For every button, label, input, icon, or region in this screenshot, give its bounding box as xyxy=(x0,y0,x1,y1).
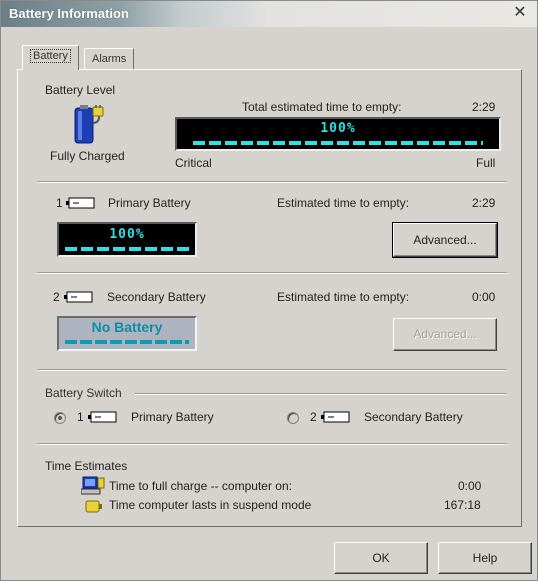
no-battery-text: No Battery xyxy=(91,319,163,335)
separator xyxy=(37,181,507,183)
primary-battery-label: Primary Battery xyxy=(108,196,191,210)
help-button[interactable]: Help xyxy=(438,542,532,574)
primary-meter-bar xyxy=(65,247,189,251)
help-label: Help xyxy=(472,551,498,565)
battery-switch-title: Battery Switch xyxy=(45,386,125,400)
switch-option2-index: 2 xyxy=(310,410,317,424)
total-battery-meter: 100% xyxy=(175,117,501,151)
secondary-battery-label: Secondary Battery xyxy=(107,290,206,304)
primary-index: 1 xyxy=(56,196,63,210)
primary-advanced-button[interactable]: Advanced... xyxy=(392,222,498,258)
total-meter-percent: 100% xyxy=(320,121,356,136)
primary-time-label: Estimated time to empty: xyxy=(277,196,410,210)
time-estimates-title: Time Estimates xyxy=(45,459,128,473)
primary-advanced-label: Advanced... xyxy=(413,233,477,247)
window-title: Battery Information xyxy=(9,6,129,21)
estimate-row2-label: Time computer lasts in suspend mode xyxy=(109,498,312,512)
battery-small-icon xyxy=(320,411,350,423)
ok-button[interactable]: OK xyxy=(334,542,428,574)
secondary-meter-bar xyxy=(65,340,189,344)
tab-alarms[interactable]: Alarms xyxy=(84,48,135,69)
total-time-label: Total estimated time to empty: xyxy=(242,100,402,114)
switch-option1-label[interactable]: Primary Battery xyxy=(131,410,214,424)
secondary-index: 2 xyxy=(53,290,60,304)
scale-full-label: Full xyxy=(476,156,496,170)
battery-small-icon xyxy=(63,291,93,303)
battery-status-text: Fully Charged xyxy=(50,149,125,163)
total-meter-bar xyxy=(193,141,483,145)
battery-plug-icon xyxy=(69,105,107,145)
secondary-battery-meter: No Battery xyxy=(57,316,197,351)
switch-option1-index: 1 xyxy=(77,410,84,424)
battery-small-icon xyxy=(65,197,95,209)
estimate-row1-value: 0:00 xyxy=(458,479,482,493)
separator xyxy=(37,369,507,371)
battery-level-title: Battery Level xyxy=(45,83,116,97)
tab-battery[interactable]: Battery xyxy=(22,45,79,70)
estimate-row2-value: 167:18 xyxy=(444,498,481,512)
separator xyxy=(37,443,507,445)
estimate-row1-label: Time to full charge -- computer on: xyxy=(109,479,292,493)
primary-time-value: 2:29 xyxy=(472,196,496,210)
separator xyxy=(135,393,507,395)
secondary-time-value: 0:00 xyxy=(472,290,496,304)
total-time-value: 2:29 xyxy=(472,100,496,114)
secondary-advanced-button[interactable]: Advanced... xyxy=(393,318,497,351)
battery-information-window: Battery Information ✕ Battery Alarms Bat… xyxy=(0,0,538,581)
tab-battery-label: Battery xyxy=(30,49,71,63)
battery-small-icon xyxy=(87,411,117,423)
ok-label: OK xyxy=(372,551,390,565)
scale-critical-label: Critical xyxy=(175,156,212,170)
close-icon[interactable]: ✕ xyxy=(511,4,529,22)
primary-battery-radio[interactable] xyxy=(54,412,66,424)
secondary-battery-radio[interactable] xyxy=(287,412,299,424)
primary-battery-meter: 100% xyxy=(57,222,197,257)
title-bar[interactable]: Battery Information ✕ xyxy=(1,1,537,27)
switch-option2-label[interactable]: Secondary Battery xyxy=(364,410,463,424)
suspend-moon-icon xyxy=(85,498,105,514)
secondary-time-label: Estimated time to empty: xyxy=(277,290,410,304)
primary-meter-percent: 100% xyxy=(109,227,145,242)
computer-battery-icon xyxy=(80,476,105,496)
tab-alarms-label: Alarms xyxy=(92,53,127,65)
separator xyxy=(37,272,507,274)
secondary-advanced-label: Advanced... xyxy=(413,327,477,341)
